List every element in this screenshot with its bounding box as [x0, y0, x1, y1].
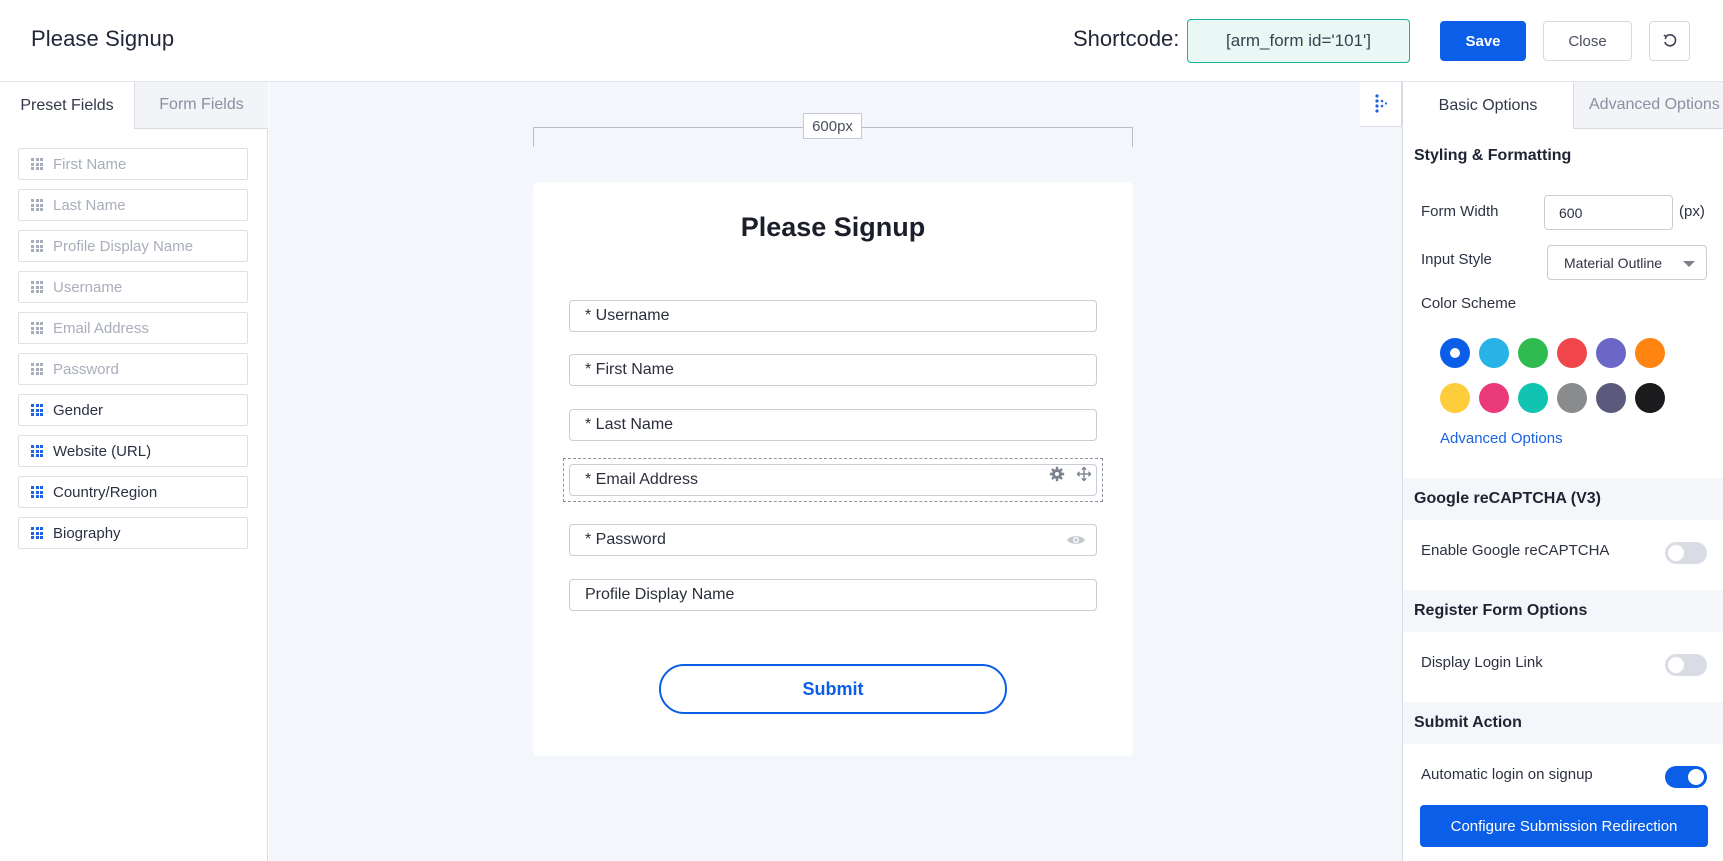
- tab-basic-options[interactable]: Basic Options: [1403, 82, 1573, 129]
- submit-button[interactable]: Submit: [659, 664, 1007, 714]
- field-label: Email Address: [53, 319, 149, 337]
- drag-grip-icon: [31, 199, 43, 211]
- color-swatch[interactable]: [1440, 338, 1470, 368]
- login-link-label: Display Login Link: [1421, 654, 1543, 671]
- last-name-input[interactable]: * Last Name: [569, 409, 1097, 441]
- field-label: Website (URL): [53, 442, 152, 460]
- panel-toggle-button[interactable]: [1360, 82, 1402, 127]
- tab-form-fields[interactable]: Form Fields: [135, 82, 268, 129]
- eye-icon[interactable]: [1066, 533, 1086, 547]
- login-link-toggle[interactable]: [1665, 654, 1707, 676]
- preset-field-biography[interactable]: Biography: [18, 517, 248, 549]
- drag-grip-icon: [31, 281, 43, 293]
- password-input[interactable]: * Password: [569, 524, 1097, 556]
- reset-icon: [1662, 34, 1676, 47]
- styling-heading: Styling & Formatting: [1403, 135, 1723, 177]
- input-style-value: Material Outline: [1564, 254, 1663, 271]
- reset-button[interactable]: [1649, 21, 1690, 61]
- configure-redirection-button[interactable]: Configure Submission Redirection: [1420, 805, 1708, 847]
- recaptcha-toggle[interactable]: [1665, 542, 1707, 564]
- password-label: * Password: [585, 531, 666, 548]
- recaptcha-label: Enable Google reCAPTCHA: [1421, 542, 1610, 559]
- drag-grip-icon: [31, 158, 43, 170]
- input-style-select[interactable]: Material Outline: [1547, 245, 1707, 280]
- field-label: Username: [53, 278, 123, 296]
- color-swatch[interactable]: [1635, 383, 1665, 413]
- input-style-label: Input Style: [1421, 251, 1492, 268]
- field-controls: [1049, 466, 1092, 482]
- auto-login-toggle[interactable]: [1665, 766, 1707, 788]
- move-icon[interactable]: [1076, 466, 1092, 482]
- recaptcha-heading: Google reCAPTCHA (V3): [1403, 478, 1723, 520]
- username-input[interactable]: * Username: [569, 300, 1097, 332]
- color-swatch[interactable]: [1557, 338, 1587, 368]
- gear-icon[interactable]: [1049, 466, 1065, 482]
- color-swatch[interactable]: [1440, 383, 1470, 413]
- drag-grip-icon: [31, 240, 43, 252]
- close-button[interactable]: Close: [1543, 21, 1632, 61]
- drag-grip-icon: [31, 445, 43, 457]
- preset-field-website[interactable]: Website (URL): [18, 435, 248, 467]
- auto-login-label: Automatic login on signup: [1421, 766, 1593, 783]
- dots-panel-icon: [1374, 94, 1387, 113]
- drag-grip-icon: [31, 404, 43, 416]
- form-title[interactable]: Please Signup: [533, 212, 1133, 243]
- preset-field-email-address[interactable]: Email Address: [18, 312, 248, 344]
- tab-preset-fields[interactable]: Preset Fields: [0, 82, 135, 129]
- color-swatch[interactable]: [1479, 383, 1509, 413]
- field-label: Last Name: [53, 196, 126, 214]
- save-button[interactable]: Save: [1440, 21, 1526, 61]
- preset-field-last-name[interactable]: Last Name: [18, 189, 248, 221]
- drag-grip-icon: [31, 322, 43, 334]
- selected-field-outline: * Email Address: [563, 458, 1103, 502]
- preset-field-first-name[interactable]: First Name: [18, 148, 248, 180]
- top-bar: Please Signup Shortcode: [arm_form id='1…: [0, 0, 1723, 82]
- field-label: First Name: [53, 155, 127, 173]
- advanced-options-link[interactable]: Advanced Options: [1440, 430, 1563, 447]
- preset-field-gender[interactable]: Gender: [18, 394, 248, 426]
- submit-action-heading: Submit Action: [1403, 702, 1723, 744]
- form-width-input[interactable]: 600: [1544, 195, 1673, 230]
- field-label: Gender: [53, 401, 104, 419]
- field-label: Password: [53, 360, 119, 378]
- field-label: Country/Region: [53, 483, 158, 501]
- drag-grip-icon: [31, 363, 43, 375]
- page-title: Please Signup: [31, 26, 175, 51]
- color-scheme-label: Color Scheme: [1421, 295, 1517, 312]
- color-swatch[interactable]: [1479, 338, 1509, 368]
- drag-grip-icon: [31, 527, 43, 539]
- tab-advanced-options[interactable]: Advanced Options: [1573, 82, 1723, 129]
- color-swatch[interactable]: [1518, 383, 1548, 413]
- color-swatch[interactable]: [1557, 383, 1587, 413]
- right-panel: Basic Options Advanced Options Styling &…: [1402, 82, 1723, 861]
- register-options-heading: Register Form Options: [1403, 590, 1723, 632]
- preset-field-country[interactable]: Country/Region: [18, 476, 248, 508]
- preset-field-list: First Name Last Name Profile Display Nam…: [18, 148, 248, 558]
- color-swatch[interactable]: [1596, 383, 1626, 413]
- field-label: Profile Display Name: [53, 237, 194, 255]
- left-tabs: Preset Fields Form Fields: [0, 82, 268, 129]
- color-swatch[interactable]: [1635, 338, 1665, 368]
- ruler-label: 600px: [803, 113, 862, 139]
- form-width-unit: (px): [1679, 203, 1705, 220]
- email-input[interactable]: * Email Address: [569, 464, 1097, 496]
- color-swatch[interactable]: [1518, 338, 1548, 368]
- profile-display-name-input[interactable]: Profile Display Name: [569, 579, 1097, 611]
- drag-grip-icon: [31, 486, 43, 498]
- shortcode-label: Shortcode:: [1073, 26, 1180, 51]
- first-name-input[interactable]: * First Name: [569, 354, 1097, 386]
- field-label: Biography: [53, 524, 121, 542]
- chevron-down-icon: [1683, 261, 1695, 267]
- form-width-label: Form Width: [1421, 203, 1499, 220]
- left-panel: Preset Fields Form Fields First Name Las…: [0, 82, 268, 861]
- preset-field-profile-display-name[interactable]: Profile Display Name: [18, 230, 248, 262]
- form-canvas: 600px Please Signup * Username * First N…: [269, 82, 1403, 861]
- color-swatch[interactable]: [1596, 338, 1626, 368]
- preset-field-password[interactable]: Password: [18, 353, 248, 385]
- shortcode-field[interactable]: [arm_form id='101']: [1187, 19, 1410, 63]
- form-preview: Please Signup * Username * First Name * …: [533, 182, 1133, 756]
- preset-field-username[interactable]: Username: [18, 271, 248, 303]
